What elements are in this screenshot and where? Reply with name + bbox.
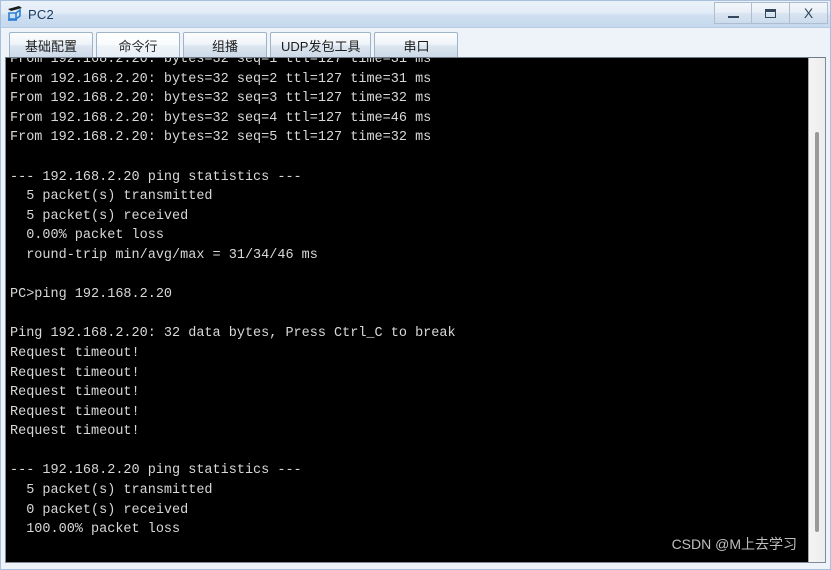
terminal-line: From 192.168.2.20: bytes=32 seq=4 ttl=12… xyxy=(10,110,432,126)
terminal-line: Request timeout! xyxy=(10,424,140,440)
terminal-line: PC> xyxy=(10,559,808,562)
terminal-output[interactable]: From 192.168.2.20: bytes=32 seq=1 ttl=12… xyxy=(6,57,808,562)
terminal-line: 100.00% packet loss xyxy=(10,522,181,538)
maximize-icon xyxy=(765,8,776,18)
terminal-line: Request timeout! xyxy=(10,365,140,381)
tab-label: UDP发包工具 xyxy=(281,38,361,54)
terminal-line: Request timeout! xyxy=(10,345,140,361)
window-controls: X xyxy=(714,2,828,24)
tab-multicast[interactable]: 组播 xyxy=(183,32,267,57)
tab-label: 组播 xyxy=(211,38,238,54)
terminal-scrollbar[interactable] xyxy=(808,58,825,562)
tab-bar: 基础配置 命令行 组播 UDP发包工具 串口 xyxy=(1,28,830,57)
terminal-line: 5 packet(s) received xyxy=(10,208,189,224)
terminal-line: 0 packet(s) received xyxy=(10,502,189,518)
pc-network-icon xyxy=(6,5,24,23)
terminal-panel: From 192.168.2.20: bytes=32 seq=1 ttl=12… xyxy=(5,57,826,563)
terminal-line: --- 192.168.2.20 ping statistics --- xyxy=(10,463,302,479)
window-title: PC2 xyxy=(28,6,54,22)
terminal-line: --- 192.168.2.20 ping statistics --- xyxy=(10,169,302,185)
window-titlebar: PC2 X xyxy=(1,1,830,28)
terminal-line: round-trip min/avg/max = 31/34/46 ms xyxy=(10,247,318,263)
terminal-line: From 192.168.2.20: bytes=32 seq=5 ttl=12… xyxy=(10,130,432,146)
close-icon: X xyxy=(803,5,814,21)
terminal-line: Request timeout! xyxy=(10,385,140,401)
scrollbar-thumb[interactable] xyxy=(815,132,819,532)
terminal-line: From 192.168.2.20: bytes=32 seq=3 ttl=12… xyxy=(10,91,432,107)
pc2-window: PC2 X 基础配置 命令行 组播 UDP发包工具 串口 From 192.16… xyxy=(0,0,831,570)
tab-serial-port[interactable]: 串口 xyxy=(374,32,459,57)
tab-label: 串口 xyxy=(403,38,430,54)
tab-label: 命令行 xyxy=(118,38,158,54)
terminal-line: From 192.168.2.20: bytes=32 seq=2 ttl=12… xyxy=(10,71,432,87)
tab-udp-packet-tool[interactable]: UDP发包工具 xyxy=(270,32,372,57)
terminal-line: Ping 192.168.2.20: 32 data bytes, Press … xyxy=(10,326,456,342)
terminal-line: From 192.168.2.20: bytes=32 seq=1 ttl=12… xyxy=(10,57,432,67)
close-button[interactable]: X xyxy=(790,2,828,24)
maximize-button[interactable] xyxy=(752,2,790,24)
terminal-line: 0.00% packet loss xyxy=(10,228,164,244)
tab-basic-config[interactable]: 基础配置 xyxy=(9,32,93,57)
terminal-line: 5 packet(s) transmitted xyxy=(10,189,213,205)
tab-command-line[interactable]: 命令行 xyxy=(96,32,180,57)
tab-label: 基础配置 xyxy=(24,38,77,54)
minimize-icon xyxy=(727,15,739,18)
terminal-line: 5 packet(s) transmitted xyxy=(10,483,213,499)
minimize-button[interactable] xyxy=(714,2,752,24)
terminal-line: Request timeout! xyxy=(10,404,140,420)
terminal-line: PC>ping 192.168.2.20 xyxy=(10,287,173,303)
